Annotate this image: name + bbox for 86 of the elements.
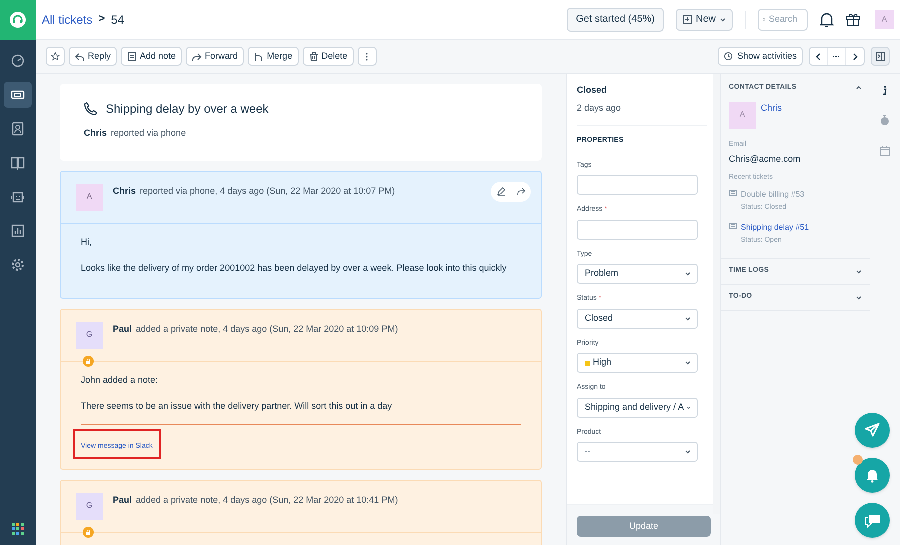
- phone-icon: [84, 102, 98, 116]
- dropdown-field[interactable]: --: [577, 442, 698, 462]
- author-avatar: G: [76, 322, 103, 348]
- pencil-icon[interactable]: [496, 187, 506, 196]
- reporter-name: Chris: [84, 127, 108, 140]
- lock-icon: [83, 356, 94, 366]
- note-button[interactable]: Add note: [121, 47, 182, 66]
- breadcrumb-separator: >: [98, 12, 106, 28]
- vertical-dots-icon: [366, 52, 368, 60]
- author-avatar: A: [76, 184, 103, 210]
- dropdown-field[interactable]: Problem: [577, 264, 698, 284]
- sidebar-item[interactable]: [4, 82, 32, 108]
- message-meta: added a private note, 4 days ago (Sun, 22 Mar 2020 at 10:09 PM): [136, 322, 398, 336]
- contact-avatar: A: [729, 102, 756, 128]
- merge-icon: [254, 52, 264, 62]
- apps-grid-icon[interactable]: [12, 523, 24, 535]
- reply-icon: [75, 52, 85, 62]
- author-name: Paul: [113, 494, 132, 506]
- caret-icon: [685, 361, 691, 365]
- author-name: Chris: [113, 184, 136, 198]
- search-field[interactable]: Search: [758, 8, 808, 30]
- email-value: Chris@acme.com: [729, 153, 802, 166]
- star-button[interactable]: [46, 47, 65, 66]
- ticket-icon: [11, 88, 25, 102]
- recent-ticket-link[interactable]: Shipping delay #51: [741, 222, 810, 234]
- new-button[interactable]: New: [676, 8, 733, 30]
- message-meta: added a private note, 4 days ago (Sun, 22 Mar 2020 at 10:41 PM): [136, 494, 398, 507]
- get-started-button[interactable]: Get started (45%): [567, 8, 664, 32]
- text-field[interactable]: [577, 220, 698, 240]
- trash-icon: [308, 52, 319, 62]
- status-time: 2 days ago: [577, 102, 622, 115]
- dropdown-field[interactable]: High: [577, 353, 698, 373]
- chevron-right-icon: [852, 52, 858, 60]
- caret-icon: [720, 18, 726, 22]
- panel-toggle-button[interactable]: [871, 47, 890, 66]
- message-meta: reported via phone, 4 days ago (Sun, 22 Mar 2020 at 10:07 PM): [140, 184, 396, 198]
- chart-icon: [11, 224, 25, 238]
- search-input[interactable]: Search: [769, 12, 803, 26]
- ticket-number: 54: [111, 12, 124, 28]
- chevron-left-icon: [816, 52, 821, 60]
- caret-icon: [685, 450, 691, 454]
- ticket-icon: [729, 222, 737, 228]
- bell-icon[interactable]: [820, 12, 834, 28]
- reply-button[interactable]: Reply: [69, 47, 118, 66]
- chevron-icon[interactable]: [856, 86, 862, 90]
- message-text: There seems to be an issue with the delivery partner. Will sort this out in a day: [81, 400, 394, 413]
- text-field[interactable]: [577, 175, 698, 195]
- book-icon: [11, 156, 25, 170]
- breadcrumb-link[interactable]: All tickets: [42, 10, 93, 28]
- caret-icon: [685, 272, 691, 276]
- author-avatar: G: [76, 492, 103, 520]
- clock-icon: [724, 52, 734, 61]
- gift-icon[interactable]: [846, 12, 861, 27]
- contact-name-link[interactable]: Chris: [761, 102, 782, 128]
- message-text: Hi,: [81, 236, 93, 248]
- show-activities-button[interactable]: Show activities: [718, 47, 803, 66]
- message-text: Looks like the delivery of my order 2001002 has been delayed by over a week. Please look into this quickly: [81, 262, 508, 275]
- ticket-icon: [729, 190, 737, 196]
- dropdown-field[interactable]: Shipping and delivery / A: [577, 398, 698, 418]
- lock-icon: [83, 526, 94, 538]
- chat-icon: [864, 514, 880, 528]
- plus-square-icon: [682, 15, 692, 24]
- delete-button[interactable]: Delete: [302, 47, 354, 66]
- note-icon: [127, 52, 138, 62]
- info-icon[interactable]: [883, 86, 887, 95]
- ticket-status: Closed: [577, 84, 608, 97]
- gauge-icon: [11, 54, 25, 68]
- forward-icon[interactable]: [516, 187, 526, 196]
- robot-icon: [11, 190, 25, 204]
- dropdown-field[interactable]: Closed: [577, 308, 698, 328]
- paper-plane-icon: [865, 423, 880, 438]
- caret-icon: [685, 316, 691, 320]
- contact-card-icon: [11, 122, 25, 136]
- gear-icon: [11, 258, 25, 272]
- author-name: Paul: [113, 322, 132, 336]
- logo-icon[interactable]: [0, 0, 36, 40]
- message-text: John added a note:: [81, 374, 160, 386]
- star-icon: [51, 52, 60, 61]
- forward-button[interactable]: Forward: [186, 47, 244, 66]
- merge-button[interactable]: Merge: [248, 47, 299, 66]
- report-channel: reported via phone: [111, 127, 186, 140]
- ticket-title: Shipping delay by over a week: [106, 101, 269, 118]
- sidebar-panel-icon: [876, 52, 885, 61]
- caret-icon: [687, 406, 691, 410]
- bell-icon: [866, 468, 879, 483]
- forward-icon: [192, 52, 202, 62]
